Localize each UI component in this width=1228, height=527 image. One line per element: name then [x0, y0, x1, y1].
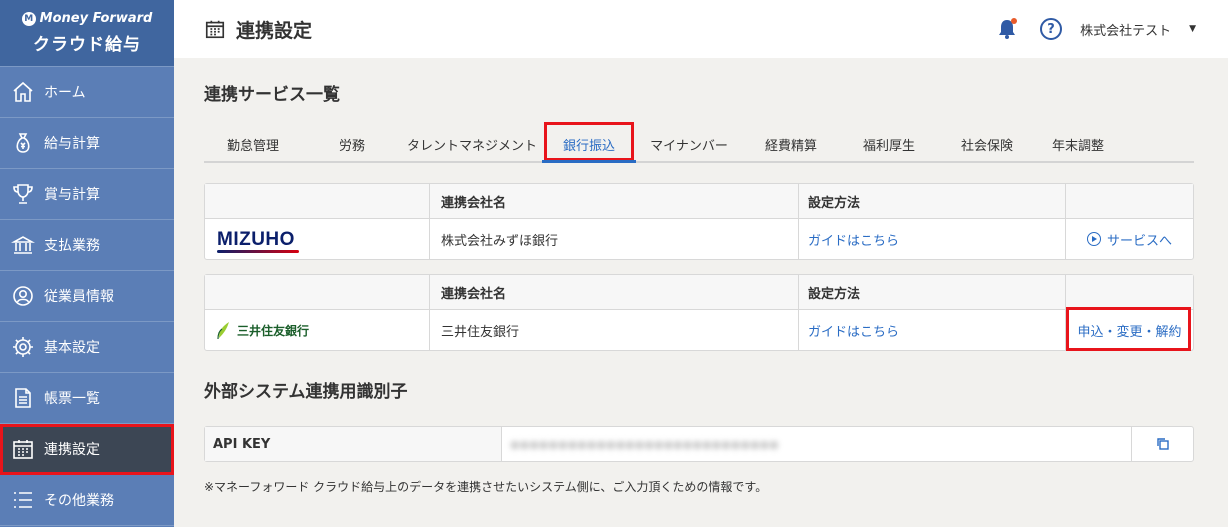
trophy-icon [10, 181, 36, 207]
notification-dot [1011, 18, 1018, 24]
sidebar-item-label: ホーム [44, 85, 86, 101]
gear-icon [10, 334, 36, 360]
play-circle-icon [1086, 232, 1101, 246]
column-header-company: 連携会社名 [430, 184, 799, 218]
sidebar-item-bonus[interactable]: 賞与計算 [0, 169, 174, 220]
calendar-icon [205, 20, 225, 39]
sidebar-item-settings[interactable]: 基本設定 [0, 322, 174, 373]
sidebar-item-label: 給与計算 [44, 136, 100, 152]
smbc-leaf-icon [217, 322, 229, 340]
sidebar-item-label: 支払業務 [44, 238, 100, 254]
company-name: 株式会社みずほ銀行 [430, 219, 799, 259]
money-forward-logo-icon: M [21, 11, 36, 26]
guide-link[interactable]: ガイドはこちら [808, 230, 899, 249]
company-selector[interactable]: 株式会社テスト [1080, 20, 1171, 39]
page-title: 連携設定 [236, 19, 313, 42]
money-bag-icon [10, 130, 36, 156]
service-table-smbc: 連携会社名 設定方法 三井住友銀行 三井住友銀行 ガイドはこちら 申込・変更・解… [204, 274, 1194, 351]
highlight-box [1066, 307, 1191, 351]
tab-social-insurance[interactable]: 社会保険 [938, 127, 1036, 161]
sidebar-item-reports[interactable]: 帳票一覧 [0, 373, 174, 424]
tab-labor[interactable]: 労務 [302, 127, 402, 161]
table-row: 三井住友銀行 三井住友銀行 ガイドはこちら 申込・変更・解約 [205, 307, 1193, 351]
sidebar-item-label: 基本設定 [44, 340, 100, 356]
list-icon [10, 487, 36, 513]
table-row: MIZUHO 株式会社みずほ銀行 ガイドはこちら サービスへ [205, 219, 1193, 259]
tab-bank-transfer[interactable]: 銀行振込 [542, 122, 636, 163]
company-name: 三井住友銀行 [430, 310, 799, 350]
api-key-table: API KEY ●●●●●●●●●●●●●●●●●●●●●●●●●●●● [204, 426, 1194, 462]
bank-icon [10, 232, 36, 258]
smbc-logo-text: 三井住友銀行 [237, 323, 310, 338]
go-to-service-button[interactable]: サービスへ [1086, 230, 1172, 249]
table-header-row: 連携会社名 設定方法 [205, 184, 1193, 219]
tab-welfare[interactable]: 福利厚生 [840, 127, 938, 161]
sidebar-item-label: 連携設定 [44, 442, 100, 458]
service-table-mizuho: 連携会社名 設定方法 MIZUHO 株式会社みずほ銀行 ガイドはこちら サービス… [204, 183, 1194, 260]
api-key-label: API KEY [205, 427, 502, 461]
sidebar-item-label: 賞与計算 [44, 187, 100, 203]
sidebar: M Money Forward クラウド給与 ホーム 給与計算 賞与計算 支払業務… [0, 0, 174, 527]
main-content: 連携サービス一覧 勤怠管理 労務 タレントマネジメント 銀行振込 マイナンバー … [204, 58, 1194, 495]
guide-link[interactable]: ガイドはこちら [808, 321, 899, 340]
help-icon[interactable]: ? [1040, 18, 1063, 40]
smbc-logo: 三井住友銀行 [217, 320, 309, 340]
tab-expense[interactable]: 経費精算 [742, 127, 840, 161]
api-key-value: ●●●●●●●●●●●●●●●●●●●●●●●●●●●● [510, 437, 779, 451]
sidebar-item-home[interactable]: ホーム [0, 67, 174, 118]
api-section-title: 外部システム連携用識別子 [204, 382, 408, 402]
tab-mynumber[interactable]: マイナンバー [636, 127, 742, 161]
calendar-icon [10, 436, 36, 462]
highlight-box [544, 122, 634, 161]
top-header: 連携設定 ? 株式会社テスト ▼ [174, 0, 1228, 58]
document-icon [10, 385, 36, 411]
tab-attendance[interactable]: 勤怠管理 [204, 127, 302, 161]
column-header-method: 設定方法 [799, 184, 1066, 218]
tab-year-end[interactable]: 年末調整 [1036, 127, 1120, 161]
sidebar-item-other[interactable]: その他業務 [0, 475, 174, 526]
sidebar-item-label: その他業務 [44, 493, 114, 509]
sidebar-item-label: 帳票一覧 [44, 391, 100, 407]
brand-name: Money Forward [39, 11, 153, 26]
table-header-row: 連携会社名 設定方法 [205, 275, 1193, 310]
sidebar-item-integration[interactable]: 連携設定 [0, 424, 174, 475]
mizuho-logo: MIZUHO [217, 228, 299, 253]
chevron-down-icon[interactable]: ▼ [1189, 24, 1196, 34]
home-icon [10, 79, 36, 105]
tab-talent[interactable]: タレントマネジメント [402, 127, 542, 161]
person-icon [10, 283, 36, 309]
column-header-company: 連携会社名 [430, 275, 799, 309]
column-header-method: 設定方法 [799, 275, 1066, 309]
notification-bell-icon[interactable] [996, 18, 1018, 40]
sidebar-item-label: 従業員情報 [44, 289, 114, 305]
brand-logo[interactable]: M Money Forward クラウド給与 [0, 0, 174, 67]
api-note: ※マネーフォワード クラウド給与上のデータを連携させたいシステム側に、ご入力頂く… [204, 480, 768, 494]
copy-icon[interactable] [1156, 437, 1170, 451]
product-name: クラウド給与 [33, 35, 141, 55]
section-title: 連携サービス一覧 [204, 85, 340, 105]
tab-bar: 勤怠管理 労務 タレントマネジメント 銀行振込 マイナンバー 経費精算 福利厚生… [204, 122, 1194, 163]
service-button-label: サービスへ [1106, 233, 1172, 249]
sidebar-item-payroll[interactable]: 給与計算 [0, 118, 174, 169]
sidebar-item-payment[interactable]: 支払業務 [0, 220, 174, 271]
sidebar-item-employees[interactable]: 従業員情報 [0, 271, 174, 322]
